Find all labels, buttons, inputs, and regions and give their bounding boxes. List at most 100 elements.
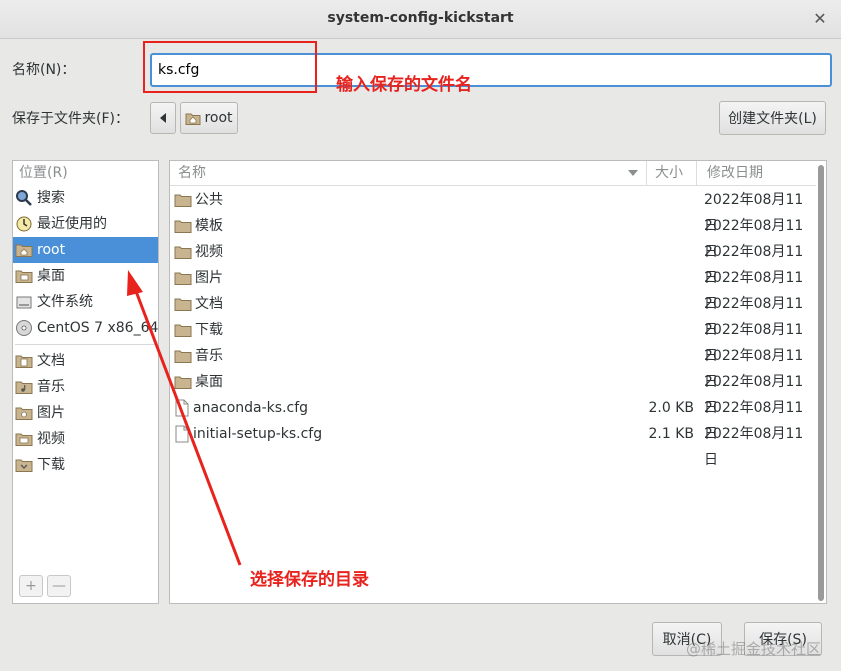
- file-name: 下载: [195, 322, 223, 338]
- folder-icon: [174, 192, 192, 208]
- save-dialog: system-config-kickstart ✕ 名称(N)： 保存于文件夹(…: [0, 0, 841, 671]
- file-size: 2.1 KB: [648, 426, 695, 442]
- file-row[interactable]: 文档 2022年08月11日: [170, 291, 810, 338]
- file-name: 桌面: [195, 374, 223, 390]
- file-icon: [174, 399, 190, 417]
- column-header-name-label: 名称: [178, 165, 206, 181]
- create-folder-button[interactable]: 创建文件夹(L): [719, 101, 826, 135]
- close-icon[interactable]: ✕: [811, 10, 829, 28]
- file-icon: [174, 425, 190, 443]
- file-name-cell: 音乐: [174, 343, 223, 369]
- place-label: 桌面: [37, 268, 65, 284]
- file-size: 2.0 KB: [648, 400, 695, 416]
- column-header-size[interactable]: 大小: [646, 161, 696, 186]
- downloads-folder-icon: [15, 457, 33, 473]
- folder-icon: [174, 374, 192, 390]
- places-header: 位置(R): [19, 165, 68, 181]
- file-name: 图片: [195, 270, 223, 286]
- file-name: 公共: [195, 192, 223, 208]
- home-folder-icon: [185, 111, 201, 125]
- file-name: 模板: [195, 218, 223, 234]
- disc-icon: [15, 319, 33, 337]
- folder-icon: [174, 322, 192, 338]
- place-label: 图片: [37, 405, 65, 421]
- file-name-cell: 公共: [174, 187, 223, 213]
- bookmark-videos[interactable]: 视频: [13, 426, 158, 452]
- column-header-modified[interactable]: 修改日期: [696, 161, 816, 186]
- bookmark-pictures[interactable]: 图片: [13, 400, 158, 426]
- place-desktop[interactable]: 桌面: [13, 263, 158, 289]
- places-footer: + —: [13, 567, 158, 603]
- file-name: 文档: [195, 296, 223, 312]
- file-name-cell: initial-setup-ks.cfg: [174, 421, 322, 447]
- place-recent[interactable]: 最近使用的: [13, 211, 158, 237]
- place-label: 视频: [37, 431, 65, 447]
- pictures-folder-icon: [15, 405, 33, 421]
- search-icon: [15, 189, 33, 207]
- file-name: 音乐: [195, 348, 223, 364]
- title-bar[interactable]: system-config-kickstart ✕: [0, 0, 841, 39]
- places-sidebar: 位置(R) 搜索 最近使用的 root 桌面 文件系统 CentOS 7 x86…: [12, 160, 159, 604]
- file-name-cell: 视频: [174, 239, 223, 265]
- remove-bookmark-button[interactable]: —: [47, 575, 71, 597]
- window-title: system-config-kickstart: [327, 10, 514, 26]
- music-folder-icon: [15, 379, 33, 395]
- documents-folder-icon: [15, 353, 33, 369]
- place-label: 搜索: [37, 190, 65, 206]
- places-divider: [15, 344, 156, 345]
- place-root[interactable]: root: [13, 237, 158, 263]
- sort-down-icon: [628, 170, 638, 177]
- path-root-label: root: [204, 110, 233, 126]
- folder-icon: [174, 270, 192, 286]
- file-row[interactable]: 视频 2022年08月11日: [170, 239, 810, 286]
- place-label: 文件系统: [37, 294, 93, 310]
- file-name: anaconda-ks.cfg: [193, 400, 309, 416]
- file-name-cell: 下载: [174, 317, 223, 343]
- triangle-left-icon: [159, 113, 167, 123]
- path-back-button[interactable]: [150, 102, 176, 134]
- watermark-text: @稀土掘金技术社区: [685, 640, 821, 658]
- annotation-input-hint: 输入保存的文件名: [336, 75, 472, 95]
- bookmark-documents[interactable]: 文档: [13, 348, 158, 374]
- file-name-cell: 模板: [174, 213, 223, 239]
- file-row[interactable]: anaconda-ks.cfg 2.0 KB 2022年08月11日: [170, 395, 810, 442]
- add-bookmark-button[interactable]: +: [19, 575, 43, 597]
- bookmark-downloads[interactable]: 下载: [13, 452, 158, 478]
- place-label: 最近使用的: [37, 216, 107, 232]
- folder-icon: [174, 348, 192, 364]
- file-row[interactable]: 下载 2022年08月11日: [170, 317, 810, 364]
- folder-icon: [174, 296, 192, 312]
- home-folder-icon: [15, 242, 33, 258]
- file-row[interactable]: 桌面 2022年08月11日: [170, 369, 810, 416]
- file-row[interactable]: 音乐 2022年08月11日: [170, 343, 810, 390]
- place-label: 下载: [37, 457, 65, 473]
- save-in-label: 保存于文件夹(F)：: [12, 111, 129, 127]
- path-root-button[interactable]: root: [180, 102, 238, 134]
- file-row[interactable]: 图片 2022年08月11日: [170, 265, 810, 312]
- column-header-name[interactable]: 名称: [170, 161, 646, 186]
- place-centos-disc[interactable]: CentOS 7 x86_64: [13, 315, 158, 341]
- file-row[interactable]: 公共 2022年08月11日: [170, 187, 810, 234]
- videos-folder-icon: [15, 431, 33, 447]
- drive-icon: [15, 294, 33, 310]
- file-row[interactable]: 模板 2022年08月11日: [170, 213, 810, 260]
- file-name: 视频: [195, 244, 223, 260]
- desktop-folder-icon: [15, 268, 33, 284]
- bookmark-music[interactable]: 音乐: [13, 374, 158, 400]
- file-row[interactable]: initial-setup-ks.cfg 2.1 KB 2022年08月11日: [170, 421, 810, 468]
- vertical-scrollbar[interactable]: [818, 165, 824, 601]
- place-search[interactable]: 搜索: [13, 185, 158, 211]
- file-name-cell: anaconda-ks.cfg: [174, 395, 308, 421]
- recent-icon: [15, 215, 33, 233]
- name-label: 名称(N)：: [12, 62, 76, 78]
- place-filesystem[interactable]: 文件系统: [13, 289, 158, 315]
- file-list: 名称 大小 修改日期 公共 2022年08月11日 模板 2022年08月11日 视频 2…: [169, 160, 827, 604]
- place-label: 音乐: [37, 379, 65, 395]
- folder-icon: [174, 244, 192, 260]
- file-name: initial-setup-ks.cfg: [193, 426, 323, 442]
- file-modified: 2022年08月11日: [704, 426, 804, 468]
- place-label: root: [37, 242, 66, 258]
- place-label: CentOS 7 x86_64: [37, 320, 158, 336]
- file-name-cell: 文档: [174, 291, 223, 317]
- file-name-cell: 桌面: [174, 369, 223, 395]
